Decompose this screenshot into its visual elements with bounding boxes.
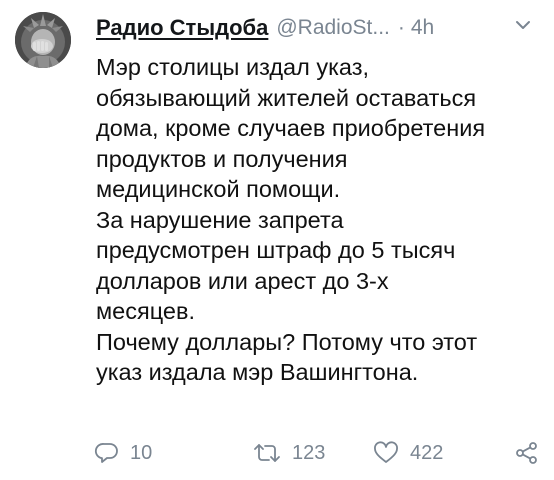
- tweet-text-line: продуктов и получения: [96, 145, 348, 172]
- action-bar: 10 123 422: [94, 437, 540, 469]
- tweet-text-line: дома, кроме случаев приобретения: [96, 115, 486, 141]
- like-count: 422: [410, 441, 444, 464]
- retweet-icon: [254, 444, 280, 462]
- tweet-text-line: долларов или арест до 3-х: [96, 267, 389, 294]
- timestamp[interactable]: 4h: [411, 16, 434, 40]
- reply-count: 10: [130, 441, 153, 464]
- tweet-text-line: месяцев.: [96, 298, 195, 324]
- tweet-card[interactable]: Радио Стыдоба @RadioSt... · 4h Мэр столи…: [0, 0, 554, 480]
- tweet-header: Радио Стыдоба @RadioSt... · 4h: [96, 12, 540, 44]
- separator-dot: ·: [397, 16, 405, 39]
- tweet-text: Мэр столицы издал указ, обязывающий жите…: [96, 52, 542, 388]
- tweet-text-line: обязывающий жителей оставаться: [96, 84, 477, 111]
- share-button[interactable]: [514, 437, 540, 469]
- tweet-text-line: За нарушение запрета: [96, 206, 344, 233]
- reply-button[interactable]: 10: [94, 437, 152, 469]
- display-name[interactable]: Радио Стыдоба: [96, 15, 268, 41]
- statue-of-liberty-icon: [15, 12, 71, 68]
- retweet-count: 123: [292, 441, 326, 464]
- chevron-down-icon[interactable]: [512, 14, 534, 36]
- tweet-text-line: предусмотрен штраф до 5 тысяч: [96, 237, 456, 263]
- heart-icon: [374, 441, 398, 463]
- share-icon: [516, 442, 537, 464]
- reply-icon: [94, 443, 118, 463]
- tweet-text-line: Мэр столицы издал указ,: [96, 54, 370, 80]
- like-button[interactable]: 422: [372, 437, 443, 469]
- user-handle[interactable]: @RadioSt...: [276, 16, 390, 40]
- tweet-text-line: Почему доллары? Потому что этот: [96, 328, 478, 355]
- retweet-button[interactable]: 123: [252, 437, 325, 469]
- tweet-text-line: медицинской помощи.: [96, 176, 341, 202]
- avatar[interactable]: [15, 12, 71, 68]
- tweet-text-line: указ издала мэр Вашингтона.: [96, 359, 419, 385]
